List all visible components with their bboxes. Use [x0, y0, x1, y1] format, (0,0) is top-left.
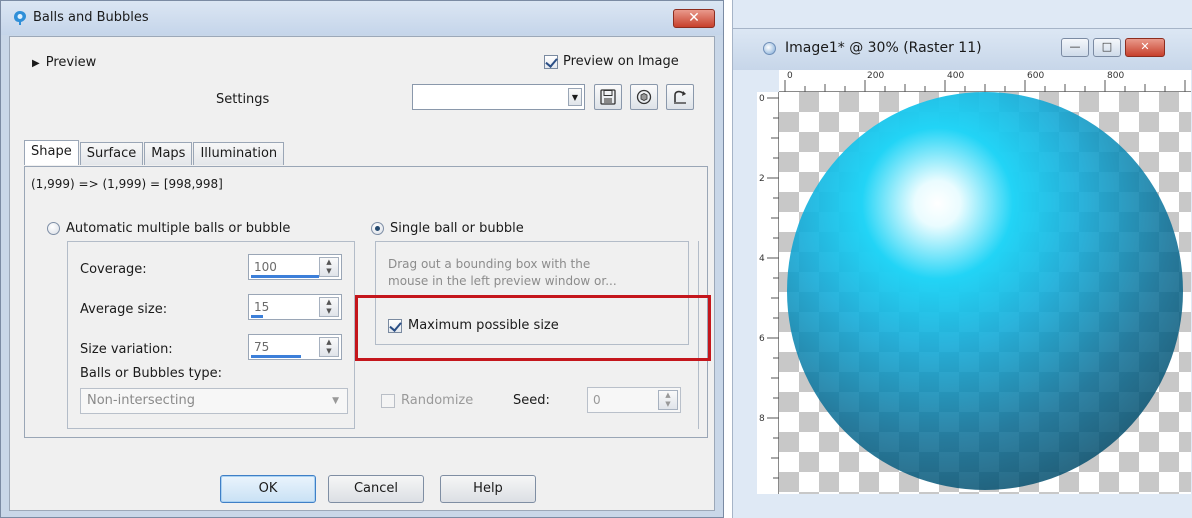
ruler-label: 200 — [867, 71, 885, 81]
ruler-label: 400 — [947, 71, 965, 81]
settings-label: Settings — [216, 92, 270, 107]
dialog-close-button[interactable]: ✕ — [673, 9, 715, 28]
automatic-group: Coverage: 100 ▲ ▼ Average size: 15 ▲ ▼ Siz… — [67, 241, 355, 429]
single-radio[interactable] — [371, 222, 384, 235]
ruler-label: 6 — [759, 334, 765, 344]
image-document-window: Image1* @ 30% (Raster 11) — □ ✕ 0 200 40… — [732, 0, 1192, 518]
balls-type-label: Balls or Bubbles type: — [80, 366, 223, 381]
spin-updown-icon[interactable]: ▲ ▼ — [319, 297, 339, 317]
randomize-option[interactable]: Randomize — [381, 393, 473, 408]
shape-tab-panel: (1,999) => (1,999) = [998,998] Automatic… — [24, 166, 711, 438]
seed-value: 0 — [593, 393, 601, 407]
automatic-radio[interactable] — [47, 222, 60, 235]
dialog-titlebar[interactable]: Balls and Bubbles ✕ — [1, 1, 723, 35]
balls-and-bubbles-dialog: Balls and Bubbles ✕ ▶ Preview Preview on … — [0, 0, 724, 518]
image-close-button[interactable]: ✕ — [1125, 38, 1165, 57]
spin-updown-icon[interactable]: ▲ ▼ — [319, 337, 339, 357]
randomize-label: Randomize — [401, 393, 474, 408]
ruler-label: 2 — [759, 174, 765, 184]
minimize-button[interactable]: — — [1061, 38, 1089, 57]
reset-arrow-icon — [674, 90, 686, 104]
preview-toggle[interactable]: ▶ Preview — [32, 55, 96, 70]
average-size-value: 15 — [254, 300, 270, 314]
ruler-label: 0 — [787, 71, 793, 81]
seed-spinner[interactable]: 0 ▲ ▼ — [587, 387, 681, 413]
highlight-annotation-box — [355, 295, 711, 361]
rendered-ball-preview — [787, 92, 1183, 490]
image-window-titlebar[interactable]: Image1* @ 30% (Raster 11) — □ ✕ — [733, 28, 1192, 70]
dialog-client-area: ▶ Preview Preview on Image Settings ▼ Sh… — [9, 36, 715, 511]
preview-on-image-checkbox[interactable] — [544, 54, 558, 69]
average-size-label: Average size: — [80, 302, 168, 317]
horizontal-ruler[interactable]: 0 200 400 600 800 — [779, 70, 1191, 92]
ruler-label: 8 — [759, 414, 765, 424]
single-label: Single ball or bubble — [390, 221, 524, 236]
balls-type-dropdown[interactable]: Non-intersecting ▼ — [80, 388, 348, 414]
size-variation-label: Size variation: — [80, 342, 173, 357]
tab-strip: Shape Surface Maps Illumination — [24, 140, 285, 166]
spin-updown-icon[interactable]: ▲ ▼ — [319, 257, 339, 277]
average-size-slider-track[interactable] — [251, 315, 263, 318]
dropdown-arrow-icon[interactable]: ▼ — [568, 88, 582, 106]
tab-maps[interactable]: Maps — [144, 142, 193, 165]
settings-preset-dropdown[interactable]: ▼ — [412, 84, 585, 110]
preview-on-image-toggle[interactable]: Preview on Image — [544, 54, 679, 69]
size-variation-slider-track[interactable] — [251, 355, 301, 358]
dialog-title: Balls and Bubbles — [33, 10, 149, 25]
preset-cube-icon — [636, 89, 652, 105]
maximize-button[interactable]: □ — [1093, 38, 1121, 57]
floppy-disk-icon — [600, 89, 616, 105]
window-bottom-frame — [757, 494, 1191, 518]
size-variation-value: 75 — [254, 340, 270, 354]
paintshop-app-icon — [14, 11, 26, 25]
preview-on-image-label: Preview on Image — [563, 54, 679, 69]
load-preset-button[interactable] — [630, 84, 658, 110]
coverage-slider-track[interactable] — [251, 275, 319, 278]
coverage-spinner[interactable]: 100 ▲ ▼ — [248, 254, 342, 280]
preview-label: Preview — [45, 55, 97, 70]
automatic-option[interactable]: Automatic multiple balls or bubble — [47, 221, 290, 236]
ok-button[interactable]: OK — [220, 475, 316, 503]
average-size-spinner[interactable]: 15 ▲ ▼ — [248, 294, 342, 320]
image-window-title: Image1* @ 30% (Raster 11) — [785, 40, 982, 56]
image-document-icon — [763, 42, 776, 55]
cancel-button[interactable]: Cancel — [328, 475, 424, 503]
tab-shape[interactable]: Shape — [24, 140, 79, 165]
hint-line-2: mouse in the left preview window or... — [388, 274, 617, 288]
ruler-label: 600 — [1027, 71, 1045, 81]
vertical-ruler[interactable]: 0 2 4 6 8 — [757, 92, 779, 494]
image-canvas[interactable] — [779, 92, 1191, 494]
bounding-coords-readout: (1,999) => (1,999) = [998,998] — [31, 177, 223, 191]
seed-label: Seed: — [513, 393, 550, 408]
coverage-label: Coverage: — [80, 262, 147, 277]
balls-type-value: Non-intersecting — [87, 393, 196, 408]
chevron-down-icon: ▼ — [332, 396, 339, 406]
tab-illumination[interactable]: Illumination — [193, 142, 285, 165]
ruler-label: 800 — [1107, 71, 1125, 81]
reset-button[interactable] — [666, 84, 694, 110]
expand-triangle-icon: ▶ — [32, 58, 40, 69]
hint-line-1: Drag out a bounding box with the — [388, 257, 591, 271]
tab-surface[interactable]: Surface — [79, 142, 144, 165]
coverage-value: 100 — [254, 260, 277, 274]
ruler-label: 4 — [759, 254, 765, 264]
save-preset-button[interactable] — [594, 84, 622, 110]
ruler-ticks — [767, 97, 779, 479]
help-button[interactable]: Help — [440, 475, 536, 503]
automatic-label: Automatic multiple balls or bubble — [66, 221, 291, 236]
single-option[interactable]: Single ball or bubble — [371, 221, 524, 236]
spin-updown-icon[interactable]: ▲ ▼ — [658, 390, 678, 410]
ruler-label: 0 — [759, 94, 765, 104]
size-variation-spinner[interactable]: 75 ▲ ▼ — [248, 334, 342, 360]
ruler-ticks — [784, 80, 1186, 92]
randomize-checkbox[interactable] — [381, 393, 395, 408]
